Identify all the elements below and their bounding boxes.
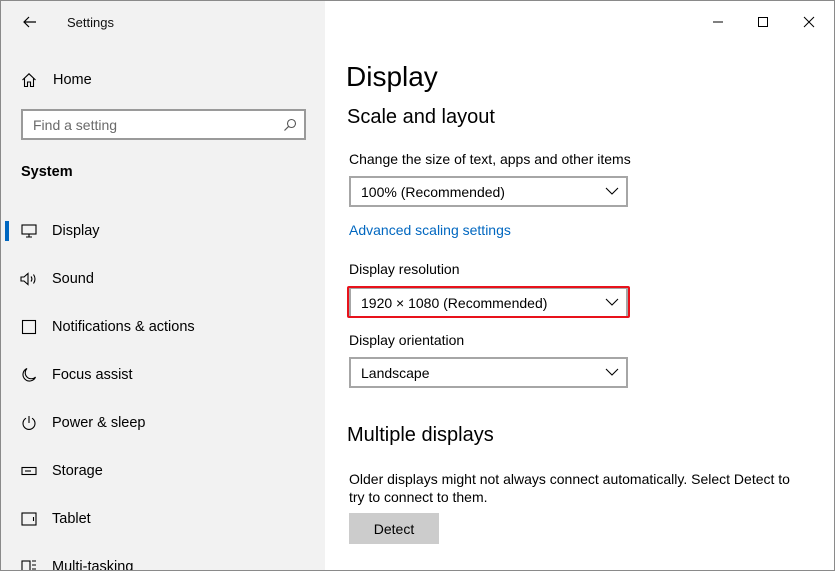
speaker-icon [20, 270, 38, 288]
sidebar-item-label: Display [52, 223, 100, 239]
main-content: Display Scale and layout Change the size… [325, 1, 834, 570]
sidebar-item-label: Notifications & actions [52, 319, 195, 335]
sidebar-item-tablet[interactable]: Tablet [1, 495, 325, 543]
sidebar-item-label: Multi-tasking [52, 559, 134, 571]
chevron-down-icon [605, 184, 619, 203]
monitor-icon [20, 222, 38, 240]
advanced-scaling-link[interactable]: Advanced scaling settings [349, 222, 511, 238]
sidebar-item-label: Storage [52, 463, 103, 479]
close-icon [803, 16, 815, 28]
page-title: Display [346, 61, 438, 92]
sidebar-nav: Display Sound Notifications & actions Fo… [1, 207, 325, 571]
tablet-icon [20, 510, 38, 528]
maximize-icon [758, 17, 768, 27]
section-title-scale: Scale and layout [347, 106, 495, 128]
minimize-button[interactable] [703, 8, 733, 36]
multitasking-icon [20, 558, 38, 570]
search-input[interactable] [33, 117, 273, 133]
app-title: Settings [67, 15, 114, 30]
settings-window: Settings Home System Display Sound Not [0, 0, 835, 571]
orientation-dropdown[interactable]: Landscape [349, 357, 628, 388]
sidebar-item-label: Power & sleep [52, 415, 146, 431]
sidebar: Settings Home System Display Sound Not [1, 1, 325, 570]
resolution-dropdown-value: 1920 × 1080 (Recommended) [361, 295, 548, 311]
sidebar-item-label: Tablet [52, 511, 91, 527]
power-icon [20, 414, 38, 432]
orientation-dropdown-value: Landscape [361, 365, 430, 381]
sidebar-item-storage[interactable]: Storage [1, 447, 325, 495]
back-button[interactable] [19, 11, 41, 33]
detect-button[interactable]: Detect [349, 513, 439, 544]
notification-icon [20, 318, 38, 336]
maximize-button[interactable] [748, 8, 778, 36]
home-nav-item[interactable]: Home [21, 69, 92, 91]
multiple-displays-description: Older displays might not always connect … [349, 471, 790, 505]
close-button[interactable] [794, 8, 824, 36]
storage-icon [20, 462, 38, 480]
home-icon [22, 73, 36, 88]
sidebar-item-label: Focus assist [52, 367, 133, 383]
section-title-multiple: Multiple displays [347, 424, 494, 446]
group-heading: System [21, 164, 73, 180]
moon-icon [20, 366, 38, 384]
scale-label: Change the size of text, apps and other … [349, 151, 631, 167]
resolution-label: Display resolution [349, 261, 460, 277]
back-arrow-icon [23, 16, 36, 28]
scale-dropdown[interactable]: 100% (Recommended) [349, 176, 628, 207]
sidebar-item-focus-assist[interactable]: Focus assist [1, 351, 325, 399]
minimize-icon [713, 21, 723, 23]
sidebar-item-multitasking[interactable]: Multi-tasking [1, 543, 325, 571]
scale-dropdown-value: 100% (Recommended) [361, 184, 505, 200]
sidebar-item-notifications[interactable]: Notifications & actions [1, 303, 325, 351]
orientation-label: Display orientation [349, 332, 465, 348]
chevron-down-icon [605, 365, 619, 384]
resolution-dropdown[interactable]: 1920 × 1080 (Recommended) [349, 287, 628, 318]
home-label: Home [53, 72, 92, 88]
search-icon[interactable] [283, 118, 297, 137]
sidebar-item-display[interactable]: Display [1, 207, 325, 255]
chevron-down-icon [605, 295, 619, 314]
search-box[interactable] [21, 109, 306, 140]
sidebar-item-label: Sound [52, 271, 94, 287]
sidebar-item-sound[interactable]: Sound [1, 255, 325, 303]
sidebar-item-power-sleep[interactable]: Power & sleep [1, 399, 325, 447]
